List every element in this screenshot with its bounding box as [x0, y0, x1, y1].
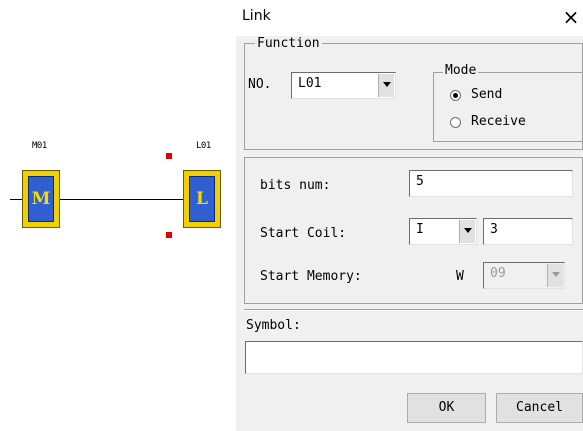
bits-num-label: bits num: — [260, 178, 331, 193]
radio-send-label[interactable]: Send — [471, 87, 502, 102]
bits-num-input[interactable]: 5 — [409, 170, 573, 197]
block-tag-m01: M01 — [32, 141, 47, 151]
start-coil-value: 3 — [490, 222, 498, 237]
start-memory-value: 09 — [490, 266, 506, 281]
chevron-down-icon[interactable] — [459, 220, 475, 243]
ok-button[interactable]: OK — [407, 393, 486, 423]
start-coil-input[interactable]: 3 — [483, 218, 573, 245]
block-m01-letter: M — [28, 176, 54, 222]
start-coil-type-value: I — [416, 222, 424, 237]
block-l01-letter: L — [189, 176, 215, 222]
selection-handle-top[interactable] — [166, 153, 172, 159]
chevron-down-icon[interactable] — [378, 74, 394, 97]
function-group-label: Function — [255, 36, 322, 51]
radio-receive[interactable] — [450, 117, 461, 128]
start-memory-select: 09 — [483, 262, 565, 289]
mode-group-label: Mode — [443, 63, 479, 78]
close-icon[interactable]: × — [559, 4, 583, 30]
no-select-value: L01 — [298, 76, 322, 91]
radio-send[interactable] — [450, 90, 461, 101]
start-coil-type-select[interactable]: I — [409, 218, 477, 245]
selection-handle-bottom[interactable] — [166, 232, 172, 238]
chevron-down-icon — [547, 264, 563, 287]
no-label: NO. — [248, 77, 272, 92]
ladder-canvas[interactable]: M01 M L01 L — [0, 0, 236, 431]
symbol-label: Symbol: — [246, 318, 301, 333]
dialog-title: Link — [242, 8, 271, 24]
start-coil-label: Start Coil: — [260, 226, 347, 241]
no-select[interactable]: L01 — [291, 72, 396, 99]
block-m01[interactable]: M — [22, 170, 60, 228]
wire-link — [60, 199, 183, 200]
block-l01[interactable]: L — [183, 170, 221, 228]
radio-receive-label[interactable]: Receive — [471, 114, 526, 129]
link-dialog: Link × Function NO. L01 Mode Send Receiv… — [236, 0, 583, 431]
bits-num-value: 5 — [416, 174, 424, 189]
start-memory-prefix: W — [456, 269, 464, 284]
divider — [244, 309, 583, 311]
block-tag-l01: L01 — [196, 141, 211, 151]
symbol-input[interactable] — [245, 341, 583, 374]
start-memory-label: Start Memory: — [260, 269, 362, 284]
cancel-button[interactable]: Cancel — [496, 393, 583, 423]
dialog-titlebar[interactable]: Link × — [236, 0, 583, 36]
mode-groupbox — [433, 72, 583, 142]
